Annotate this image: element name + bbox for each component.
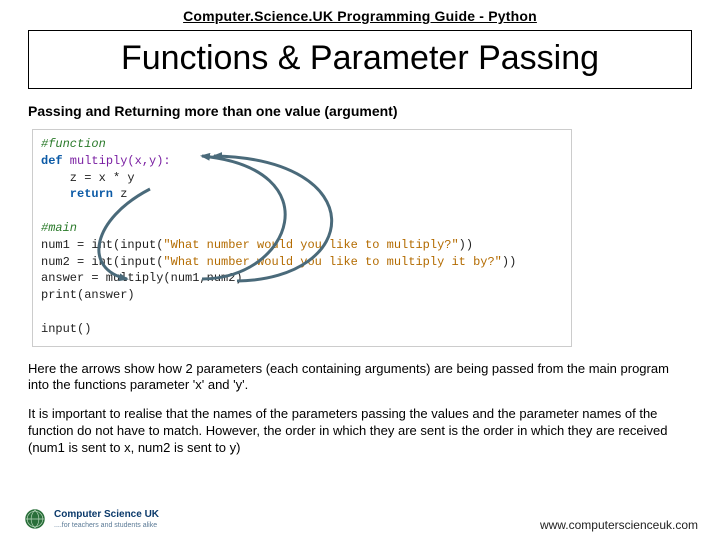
code-line: answer = multiply(num1,num2) [41,271,243,285]
code-line: print(answer) [41,288,135,302]
brand-logo: Computer Science UK ....for teachers and… [22,506,159,532]
code-keyword: return [41,187,113,201]
code-func-def: multiply(x,y): [63,154,171,168]
page-pretitle: Computer.Science.UK Programming Guide - … [28,8,692,24]
title-box: Functions & Parameter Passing [28,30,692,89]
slide: Computer.Science.UK Programming Guide - … [0,0,720,540]
code-line: input() [41,322,91,336]
paragraph-2: It is important to realise that the name… [28,406,692,457]
code-string: "What number would you like to multiply?… [163,238,458,252]
brand-name: Computer Science UK [54,510,159,520]
code-line: )) [459,238,473,252]
code-comment: #function [41,137,106,151]
code-keyword: def [41,154,63,168]
code-example: #function def multiply(x,y): z = x * y r… [32,129,572,347]
brand-tagline: ....for teachers and students alike [54,522,159,529]
code-block: #function def multiply(x,y): z = x * y r… [32,129,572,347]
code-comment: #main [41,221,77,235]
code-line: )) [502,255,516,269]
footer-url: www.computerscienceuk.com [540,518,698,532]
code-line: z = x * y [41,171,135,185]
page-title: Functions & Parameter Passing [39,39,681,78]
section-subhead: Passing and Returning more than one valu… [28,103,692,119]
code-line: z [113,187,127,201]
globe-icon [22,506,48,532]
paragraph-1: Here the arrows show how 2 parameters (e… [28,361,692,395]
footer: Computer Science UK ....for teachers and… [0,506,720,532]
brand-text: Computer Science UK ....for teachers and… [54,510,159,529]
code-line: num2 = int(input( [41,255,163,269]
code-string: "What number would you like to multiply … [163,255,501,269]
code-line: num1 = int(input( [41,238,163,252]
